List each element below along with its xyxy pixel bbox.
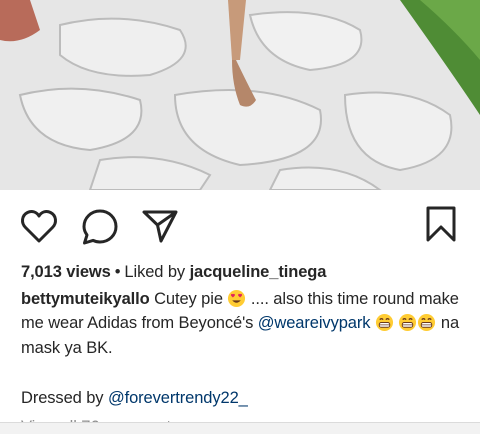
caption-author[interactable]: bettymuteikyallo — [21, 290, 150, 308]
heart-eyes-emoji-icon — [227, 289, 246, 308]
speech-bubble-icon[interactable] — [81, 208, 119, 246]
post-text: 7,013 views • Liked by jacqueline_tinega b… — [21, 260, 466, 427]
caption-mention-weareivypark[interactable]: @weareivypark — [258, 314, 371, 332]
dressed-by-label: Dressed by — [21, 389, 104, 407]
bookmark-icon[interactable] — [424, 205, 458, 243]
caption: bettymuteikyallo Cutey pie .... also thi… — [21, 287, 466, 361]
liked-by-user[interactable]: jacqueline_tinega — [190, 263, 327, 281]
dressed-by-line: Dressed by @forevertrendy22_ — [21, 386, 466, 411]
grinning-emoji-icon — [417, 313, 436, 332]
paper-plane-icon[interactable] — [141, 208, 179, 244]
grinning-emoji-icon — [375, 313, 394, 332]
separator-dot: • — [114, 263, 121, 281]
heart-outline-icon[interactable] — [20, 208, 58, 244]
post-actions — [0, 190, 480, 262]
bottom-bar — [0, 422, 480, 434]
engagement-line: 7,013 views • Liked by jacqueline_tinega — [21, 260, 466, 285]
caption-text-1: Cutey pie — [154, 289, 223, 308]
liked-by-label: Liked by — [124, 263, 186, 281]
dressed-by-mention[interactable]: @forevertrendy22_ — [108, 389, 248, 407]
views-count[interactable]: 7,013 views — [21, 263, 111, 281]
grinning-emoji-icon — [398, 313, 417, 332]
post-photo[interactable] — [0, 0, 480, 190]
